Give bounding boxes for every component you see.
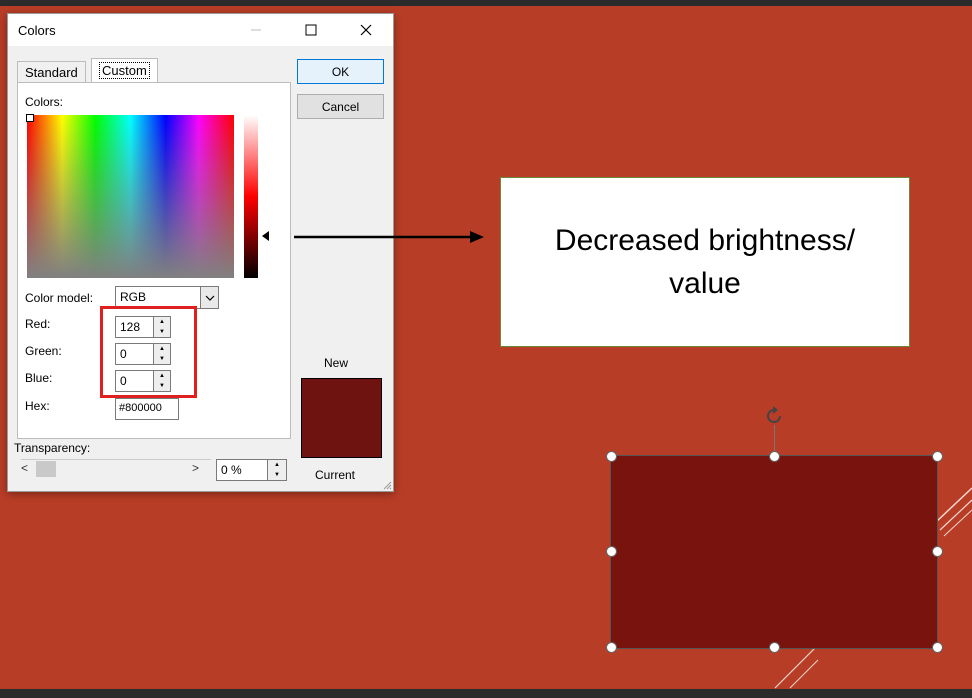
- chevron-down-icon[interactable]: [200, 287, 218, 308]
- spin-up-icon[interactable]: ▲: [268, 460, 286, 470]
- dialog-title: Colors: [18, 23, 56, 38]
- hex-value[interactable]: #800000: [119, 402, 162, 414]
- brightness-slider-arrow-icon[interactable]: [262, 231, 269, 241]
- selected-rectangle-shape[interactable]: [610, 455, 938, 649]
- scroll-right-icon[interactable]: >: [192, 461, 199, 475]
- annotation-text: Decreased brightness/ value: [554, 224, 856, 300]
- tab-standard[interactable]: Standard: [17, 61, 86, 83]
- color-preview-swatch: [301, 378, 382, 458]
- spin-down-icon[interactable]: ▼: [268, 470, 286, 480]
- green-label: Green:: [25, 344, 62, 358]
- colors-label: Colors:: [25, 95, 64, 109]
- transparency-thumb[interactable]: [36, 461, 56, 477]
- transparency-slider[interactable]: < >: [16, 459, 211, 479]
- resize-handle-top-left[interactable]: [606, 451, 617, 462]
- rotate-handle-icon[interactable]: [763, 405, 785, 427]
- close-icon[interactable]: [343, 14, 389, 46]
- brightness-slider[interactable]: [244, 115, 258, 278]
- color-model-value: RGB: [120, 290, 147, 304]
- dialog-titlebar[interactable]: Colors: [8, 14, 393, 46]
- colors-dialog: Colors Standard Custom Colors: Color mod…: [7, 13, 394, 492]
- cancel-button[interactable]: Cancel: [297, 94, 384, 119]
- resize-handle-top-right[interactable]: [932, 451, 943, 462]
- minimize-icon[interactable]: [233, 14, 279, 46]
- color-model-label: Color model:: [25, 291, 94, 305]
- resize-handle-left[interactable]: [606, 546, 617, 557]
- resize-handle-bottom[interactable]: [769, 642, 780, 653]
- maximize-icon[interactable]: [288, 14, 334, 46]
- hex-input[interactable]: #800000: [115, 398, 179, 420]
- current-label: Current: [315, 468, 356, 482]
- transparency-value[interactable]: 0 %: [221, 463, 242, 477]
- red-label: Red:: [25, 317, 51, 331]
- hex-label: Hex:: [25, 399, 50, 413]
- spectrum-crosshair[interactable]: [26, 114, 34, 122]
- scroll-left-icon[interactable]: <: [21, 461, 28, 475]
- transparency-spinner[interactable]: 0 % ▲ ▼: [216, 459, 287, 481]
- resize-handle-top[interactable]: [769, 451, 780, 462]
- current-color-swatch: [302, 418, 381, 457]
- annotation-arrow: [294, 231, 484, 243]
- rgb-highlight-box: [100, 306, 197, 398]
- resize-grip-icon[interactable]: [382, 480, 392, 490]
- resize-handle-right[interactable]: [932, 546, 943, 557]
- tab-custom-label: Custom: [99, 62, 150, 79]
- resize-handle-bottom-right[interactable]: [932, 642, 943, 653]
- annotation-callout: Decreased brightness/ value: [500, 177, 910, 347]
- resize-handle-bottom-left[interactable]: [606, 642, 617, 653]
- tab-custom[interactable]: Custom: [91, 58, 158, 83]
- window-bottom-bar: [0, 689, 972, 698]
- ok-button[interactable]: OK: [297, 59, 384, 84]
- new-color-swatch: [302, 379, 381, 418]
- blue-label: Blue:: [25, 371, 53, 385]
- transparency-track: [21, 459, 211, 460]
- color-spectrum-picker[interactable]: [27, 115, 234, 278]
- new-label: New: [324, 356, 349, 370]
- transparency-label: Transparency:: [14, 441, 91, 455]
- transparency-spinner-arrows[interactable]: ▲ ▼: [267, 460, 286, 480]
